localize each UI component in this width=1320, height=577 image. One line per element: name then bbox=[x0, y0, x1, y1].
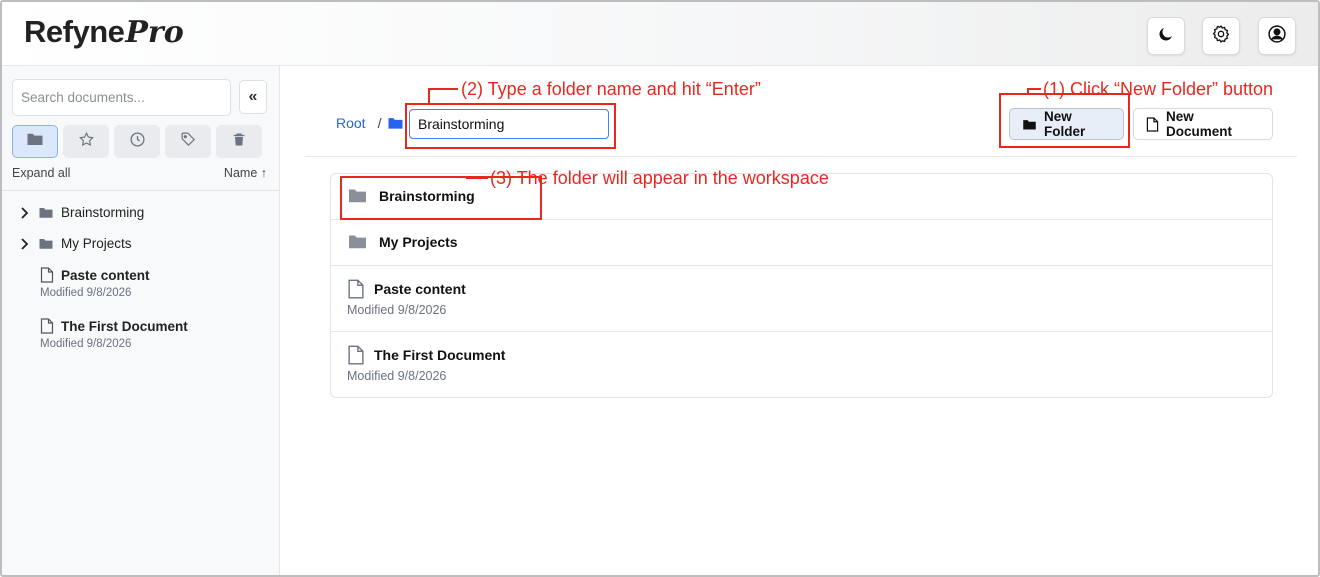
sidebar-tabs bbox=[12, 125, 262, 158]
folder-icon bbox=[347, 233, 368, 250]
document-icon bbox=[1146, 116, 1159, 132]
document-icon bbox=[347, 279, 365, 299]
modified-date: Modified 9/8/2026 bbox=[347, 369, 447, 383]
sidebar-folder-item[interactable]: My Projects bbox=[20, 236, 132, 251]
search-input[interactable] bbox=[12, 79, 231, 116]
sidebar-document-item[interactable]: Paste content Modified 9/8/2026 bbox=[40, 267, 150, 299]
breadcrumb-separator: / bbox=[377, 115, 382, 131]
sidebar-folder-item[interactable]: Brainstorming bbox=[20, 205, 144, 220]
modified-date: Modified 9/8/2026 bbox=[40, 338, 132, 350]
sidebar-document-label: Paste content bbox=[61, 267, 150, 283]
sort-toggle[interactable]: Name ↑ bbox=[224, 166, 267, 180]
annotation-box-step1 bbox=[999, 93, 1130, 148]
breadcrumb: Root / bbox=[336, 115, 404, 131]
user-icon bbox=[1267, 24, 1287, 49]
sidebar: « bbox=[2, 66, 280, 575]
tab-folders[interactable] bbox=[12, 125, 58, 158]
list-item[interactable]: Paste content Modified 9/8/2026 bbox=[331, 266, 1272, 332]
sidebar-document-label: The First Document bbox=[61, 318, 188, 334]
logo[interactable]: Refyne Pro bbox=[24, 14, 184, 54]
list-item[interactable]: My Projects bbox=[331, 220, 1272, 266]
chevron-right-icon[interactable] bbox=[20, 206, 32, 219]
tab-recent[interactable] bbox=[114, 125, 160, 158]
sidebar-document-item[interactable]: The First Document Modified 9/8/2026 bbox=[40, 318, 188, 350]
moon-icon bbox=[1157, 25, 1175, 48]
chevron-right-icon[interactable] bbox=[20, 237, 32, 250]
clock-icon bbox=[129, 131, 146, 153]
annotation-connector bbox=[466, 177, 488, 179]
new-document-label: New Document bbox=[1166, 109, 1233, 139]
divider bbox=[2, 190, 279, 191]
list-item-label: My Projects bbox=[379, 233, 458, 250]
top-bar: Refyne Pro bbox=[2, 2, 1318, 66]
annotation-connector bbox=[428, 88, 458, 90]
list-item[interactable]: The First Document Modified 9/8/2026 bbox=[331, 332, 1272, 398]
sidebar-folder-label: Brainstorming bbox=[61, 205, 145, 220]
collapse-sidebar-button[interactable]: « bbox=[239, 80, 267, 114]
star-icon bbox=[78, 131, 95, 153]
document-icon bbox=[347, 345, 365, 365]
document-icon bbox=[40, 318, 54, 334]
theme-toggle-button[interactable] bbox=[1147, 17, 1185, 55]
annotation-step3: (3) The folder will appear in the worksp… bbox=[490, 168, 829, 188]
folder-icon bbox=[26, 131, 44, 152]
tab-trash[interactable] bbox=[216, 125, 262, 158]
gear-icon bbox=[1211, 24, 1231, 49]
annotation-box-step2 bbox=[405, 103, 616, 149]
folder-icon bbox=[38, 237, 54, 250]
annotation-step1: (1) Click “New Folder” button bbox=[1043, 79, 1274, 99]
expand-all-link[interactable]: Expand all bbox=[12, 166, 70, 180]
app-window: Refyne Pro Search documents... « Expand … bbox=[0, 0, 1320, 577]
document-icon bbox=[40, 267, 54, 283]
annotation-connector bbox=[428, 88, 430, 104]
new-document-button[interactable]: New Document bbox=[1133, 108, 1273, 140]
breadcrumb-root-link[interactable]: Root bbox=[336, 115, 366, 131]
trash-icon bbox=[231, 131, 247, 153]
logo-pro-text: Pro bbox=[125, 15, 184, 50]
list-item-label: Paste content bbox=[374, 281, 466, 297]
logo-main-text: Refyne bbox=[24, 14, 125, 49]
folder-icon bbox=[387, 116, 404, 130]
divider bbox=[305, 156, 1297, 157]
sidebar-folder-label: My Projects bbox=[61, 236, 132, 251]
modified-date: Modified 9/8/2026 bbox=[347, 303, 447, 317]
modified-date: Modified 9/8/2026 bbox=[40, 287, 132, 299]
tag-icon bbox=[180, 131, 197, 153]
annotation-connector bbox=[1027, 88, 1041, 90]
tab-favorites[interactable] bbox=[63, 125, 109, 158]
annotation-step2: (2) Type a folder name and hit “Enter” bbox=[461, 79, 761, 99]
account-button[interactable] bbox=[1258, 17, 1296, 55]
folder-icon bbox=[38, 206, 54, 219]
tab-tags[interactable] bbox=[165, 125, 211, 158]
list-item-label: The First Document bbox=[374, 347, 506, 363]
settings-button[interactable] bbox=[1202, 17, 1240, 55]
